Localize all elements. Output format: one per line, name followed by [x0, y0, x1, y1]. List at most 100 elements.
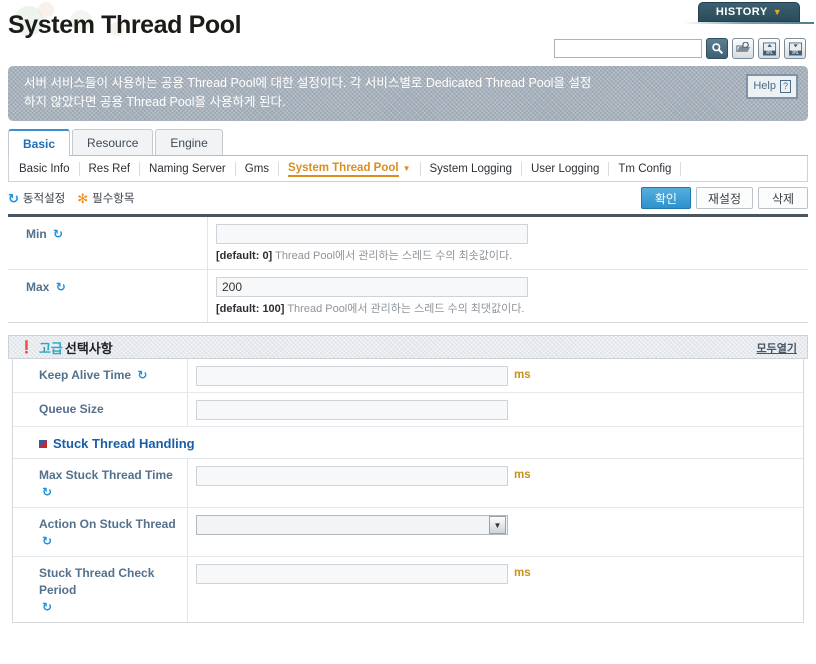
page-header: System Thread Pool HISTORY ▼ XML XML [0, 0, 816, 62]
refresh-icon: ↻ [42, 600, 53, 614]
min-hint: [default: 0] Thread Pool에서 관리하는 스레드 수의 최… [216, 247, 808, 263]
refresh-icon: ↻ [55, 280, 66, 294]
reset-button[interactable]: 재설정 [695, 187, 753, 209]
field-cell-action-on-stuck-thread: ▼ [188, 508, 803, 556]
refresh-icon: ↻ [8, 190, 19, 206]
field-label-min-text: Min [26, 227, 47, 241]
search-toolbar: XML XML [554, 38, 806, 59]
chevron-down-icon: ▼ [772, 7, 783, 17]
submenu-item-naming-server[interactable]: Naming Server [140, 161, 236, 176]
subsection-title: Stuck Thread Handling [53, 436, 195, 451]
field-label-max: Max ↻ [8, 270, 208, 322]
submenu-item-res-ref[interactable]: Res Ref [80, 161, 141, 176]
description-line-1: 서버 서비스들이 사용하는 공용 Thread Pool에 대한 설정이다. 각… [24, 76, 592, 90]
open-all-link[interactable]: 모두열기 [757, 340, 797, 356]
field-cell-max-stuck-thread-time: ms [188, 459, 803, 507]
submenu-item-system-thread-pool[interactable]: System Thread Pool ▼ [279, 161, 421, 177]
chevron-down-icon: ▼ [402, 163, 411, 173]
advanced-title-highlight: 고급 [38, 340, 63, 356]
refresh-icon: ↻ [42, 485, 53, 499]
min-hint-text: Thread Pool에서 관리하는 스레드 수의 최솟값이다. [275, 250, 513, 262]
submenu-item-gms[interactable]: Gms [236, 161, 280, 176]
field-cell-max: [default: 100] Thread Pool에서 관리하는 스레드 수의… [208, 270, 808, 322]
action-on-stuck-thread-select[interactable]: ▼ [196, 515, 508, 535]
description-banner: 서버 서비스들이 사용하는 공용 Thread Pool에 대한 설정이다. 각… [8, 66, 808, 121]
legend-dynamic-setting: ↻ 동적설정 [8, 190, 65, 206]
action-row: ↻ 동적설정 ✻ 필수항목 확인 재설정 삭제 [8, 182, 808, 214]
min-input[interactable] [216, 224, 528, 244]
square-bullet-icon [39, 439, 47, 448]
field-label-queue-size-text: Queue Size [39, 402, 104, 416]
alert-pin-icon: ❗ [19, 340, 34, 354]
history-label: HISTORY [715, 6, 768, 18]
chevron-down-icon: ▼ [489, 516, 506, 534]
queue-size-input[interactable] [196, 400, 508, 420]
history-button[interactable]: HISTORY ▼ [698, 2, 800, 22]
field-label-min: Min ↻ [8, 217, 208, 269]
field-row-max-stuck-thread-time: Max Stuck Thread Time ↻ ms [13, 459, 803, 508]
field-label-keep-alive-time: Keep Alive Time ↻ [13, 359, 188, 392]
advanced-title-rest: 선택사항 [64, 340, 113, 356]
submenu-item-basic-info[interactable]: Basic Info [19, 161, 80, 176]
basic-settings-panel: Min ↻ [default: 0] Thread Pool에서 관리하는 스레… [8, 214, 808, 323]
tab-basic-label: Basic [23, 136, 56, 151]
refresh-icon: ↻ [137, 368, 148, 382]
tab-engine[interactable]: Engine [155, 129, 223, 155]
xml-upload-glyph: XML [762, 41, 776, 56]
field-label-max-stuck-thread-time-text: Max Stuck Thread Time [39, 468, 173, 482]
submenu-item-system-logging[interactable]: System Logging [421, 161, 522, 176]
stuck-thread-check-period-input[interactable] [196, 564, 508, 584]
field-label-action-on-stuck-thread-text: Action On Stuck Thread [39, 517, 176, 531]
field-row-action-on-stuck-thread: Action On Stuck Thread ↻ ▼ [13, 508, 803, 557]
description-line-2: 하지 않았다면 공용 Thread Pool을 사용하게 된다. [24, 95, 286, 109]
history-underline [684, 22, 814, 24]
asterisk-icon: ✻ [77, 190, 89, 206]
tab-basic[interactable]: Basic [8, 129, 71, 156]
page-title: System Thread Pool [8, 11, 242, 39]
min-hint-default: [default: 0] [216, 250, 273, 262]
unit-ms: ms [514, 567, 531, 579]
legend-required-field: ✻ 필수항목 [77, 190, 134, 206]
submenu-bar: Basic Info Res Ref Naming Server Gms Sys… [8, 156, 808, 182]
search-input[interactable] [554, 39, 702, 58]
tab-resource[interactable]: Resource [72, 129, 154, 155]
search-glyph [711, 43, 723, 55]
field-row-queue-size: Queue Size [13, 393, 803, 427]
submenu-item-tm-config[interactable]: Tm Config [609, 161, 682, 176]
help-label: Help [753, 80, 776, 92]
tab-engine-label: Engine [170, 135, 208, 150]
submenu-item-user-logging[interactable]: User Logging [522, 161, 610, 176]
help-button[interactable]: Help ? [746, 74, 798, 99]
xml-upload-icon[interactable]: XML [758, 38, 780, 59]
field-cell-keep-alive-time: ms [188, 359, 803, 392]
field-label-stuck-thread-check-period-text: Stuck Thread Check Period [39, 566, 155, 597]
legend-dynamic-label: 동적설정 [22, 193, 66, 205]
field-label-max-text: Max [26, 280, 50, 294]
confirm-button[interactable]: 확인 [640, 187, 691, 209]
submenu-active-label: System Thread Pool [288, 161, 399, 177]
field-row-min: Min ↻ [default: 0] Thread Pool에서 관리하는 스레… [8, 217, 808, 270]
svg-text:XML: XML [791, 50, 799, 55]
refresh-icon: ↻ [53, 227, 64, 241]
question-mark-icon: ? [779, 80, 791, 93]
main-tabbar: Basic Resource Engine [8, 129, 808, 156]
delete-button[interactable]: 삭제 [758, 187, 808, 209]
legend-required-label: 필수항목 [92, 193, 135, 205]
max-input[interactable] [216, 277, 528, 297]
svg-text:XML: XML [765, 50, 773, 55]
xml-download-icon[interactable]: XML [784, 38, 806, 59]
keep-alive-time-input[interactable] [196, 366, 508, 386]
field-label-max-stuck-thread-time: Max Stuck Thread Time ↻ [13, 459, 188, 507]
max-stuck-thread-time-input[interactable] [196, 466, 508, 486]
search-icon[interactable] [706, 38, 728, 59]
tab-resource-label: Resource [87, 135, 139, 150]
field-label-action-on-stuck-thread: Action On Stuck Thread ↻ [13, 508, 188, 556]
max-hint: [default: 100] Thread Pool에서 관리하는 스레드 수의… [216, 300, 808, 316]
field-cell-stuck-thread-check-period: ms [188, 557, 803, 622]
import-glyph [735, 42, 750, 52]
field-row-keep-alive-time: Keep Alive Time ↻ ms [13, 359, 803, 393]
max-hint-text: Thread Pool에서 관리하는 스레드 수의 최댓값이다. [287, 303, 525, 315]
field-label-queue-size: Queue Size [13, 393, 188, 426]
field-cell-min: [default: 0] Thread Pool에서 관리하는 스레드 수의 최… [208, 217, 808, 269]
import-icon[interactable] [732, 38, 754, 59]
